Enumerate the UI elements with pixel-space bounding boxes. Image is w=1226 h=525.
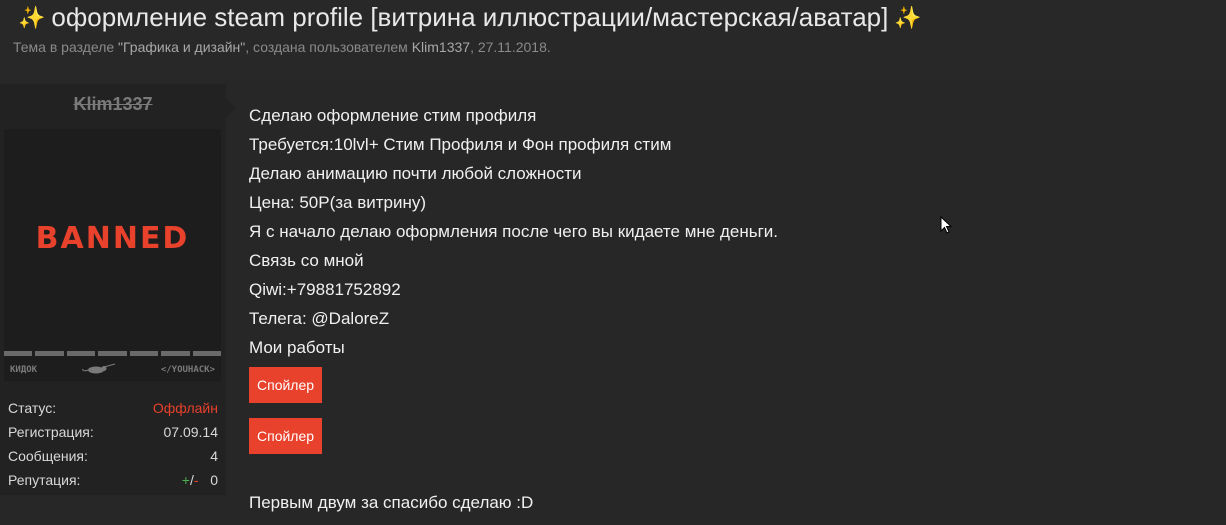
sparkles-icon: ✨ xyxy=(18,4,46,30)
stat-messages: Сообщения: 4 xyxy=(0,444,226,468)
spoiler-button-1[interactable]: Спойлер xyxy=(249,367,323,403)
post-line: Требуется:10lvl+ Стим Профиля и Фон проф… xyxy=(249,135,672,154)
thread-subtitle: Тема в разделе "Графика и дизайн", созда… xyxy=(13,39,551,55)
post-line: Я с начало делаю оформления после чего в… xyxy=(249,222,778,241)
subtitle-date: , 27.11.2018. xyxy=(470,39,551,55)
subtitle-prefix: Тема в разделе xyxy=(13,39,119,55)
avatar-divider xyxy=(4,351,221,356)
avatar[interactable]: BANNED КИДОК </YOUHACK> xyxy=(4,129,221,381)
post-line: Делаю анимацию почти любой сложности xyxy=(249,164,582,183)
sparkles-icon: ✨ xyxy=(894,4,922,30)
post-content: Сделаю оформление стим профиля Требуется… xyxy=(249,101,1209,362)
post-line: Цена: 50Р(за витрину) xyxy=(249,193,427,212)
banned-label: BANNED xyxy=(35,221,190,256)
stat-label: Репутация: xyxy=(8,472,81,488)
post-arrow xyxy=(226,98,236,118)
post-line: Телега: @DaloreZ xyxy=(249,309,390,328)
username-link[interactable]: Klim1337 xyxy=(0,94,226,115)
post-line: Qiwi:+79881752892 xyxy=(249,280,401,299)
avatar-logos: КИДОК </YOUHACK> xyxy=(4,359,221,381)
logo-youhack: </YOUHACK> xyxy=(160,365,215,375)
registration-value: 07.09.14 xyxy=(163,424,219,440)
thread-header: ✨ оформление steam profile [витрина иллю… xyxy=(0,0,1226,80)
thread-title-text: оформление steam profile [витрина иллюст… xyxy=(51,2,889,32)
mouse-cursor-icon xyxy=(940,215,953,239)
reputation-value: +/- 0 xyxy=(182,472,218,488)
thread-title: ✨ оформление steam profile [витрина иллю… xyxy=(18,2,922,33)
status-value: Оффлайн xyxy=(152,400,218,416)
stat-label: Регистрация: xyxy=(8,424,94,440)
post-line: Сделаю оформление стим профиля xyxy=(249,106,537,125)
stat-status: Статус: Оффлайн xyxy=(0,396,226,420)
author-link[interactable]: Klim1337 xyxy=(412,39,470,55)
logo-kidok: КИДОК xyxy=(10,365,38,375)
stat-label: Сообщения: xyxy=(8,448,88,464)
post-line: Мои работы xyxy=(249,338,345,357)
rat-icon xyxy=(81,363,116,378)
rep-plus-button[interactable]: + xyxy=(182,472,190,488)
spoiler-button-2[interactable]: Спойлер xyxy=(249,418,323,454)
post-footer-line: Первым двум за спасибо сделаю :D xyxy=(249,493,534,512)
user-panel: Klim1337 BANNED КИДОК </YOUHACK> Статус:… xyxy=(0,84,226,495)
rep-value: 0 xyxy=(210,472,218,488)
stat-registration: Регистрация: 07.09.14 xyxy=(0,420,226,444)
rep-minus-button[interactable]: - xyxy=(194,472,199,488)
messages-value: 4 xyxy=(210,448,218,464)
user-stats: Статус: Оффлайн Регистрация: 07.09.14 Со… xyxy=(0,396,226,492)
section-link[interactable]: "Графика и дизайн" xyxy=(118,39,245,55)
stat-reputation: Репутация: +/- 0 xyxy=(0,468,226,492)
subtitle-mid: , создана пользователем xyxy=(245,39,412,55)
post-line: Связь со мной xyxy=(249,251,364,270)
stat-label: Статус: xyxy=(8,400,57,416)
